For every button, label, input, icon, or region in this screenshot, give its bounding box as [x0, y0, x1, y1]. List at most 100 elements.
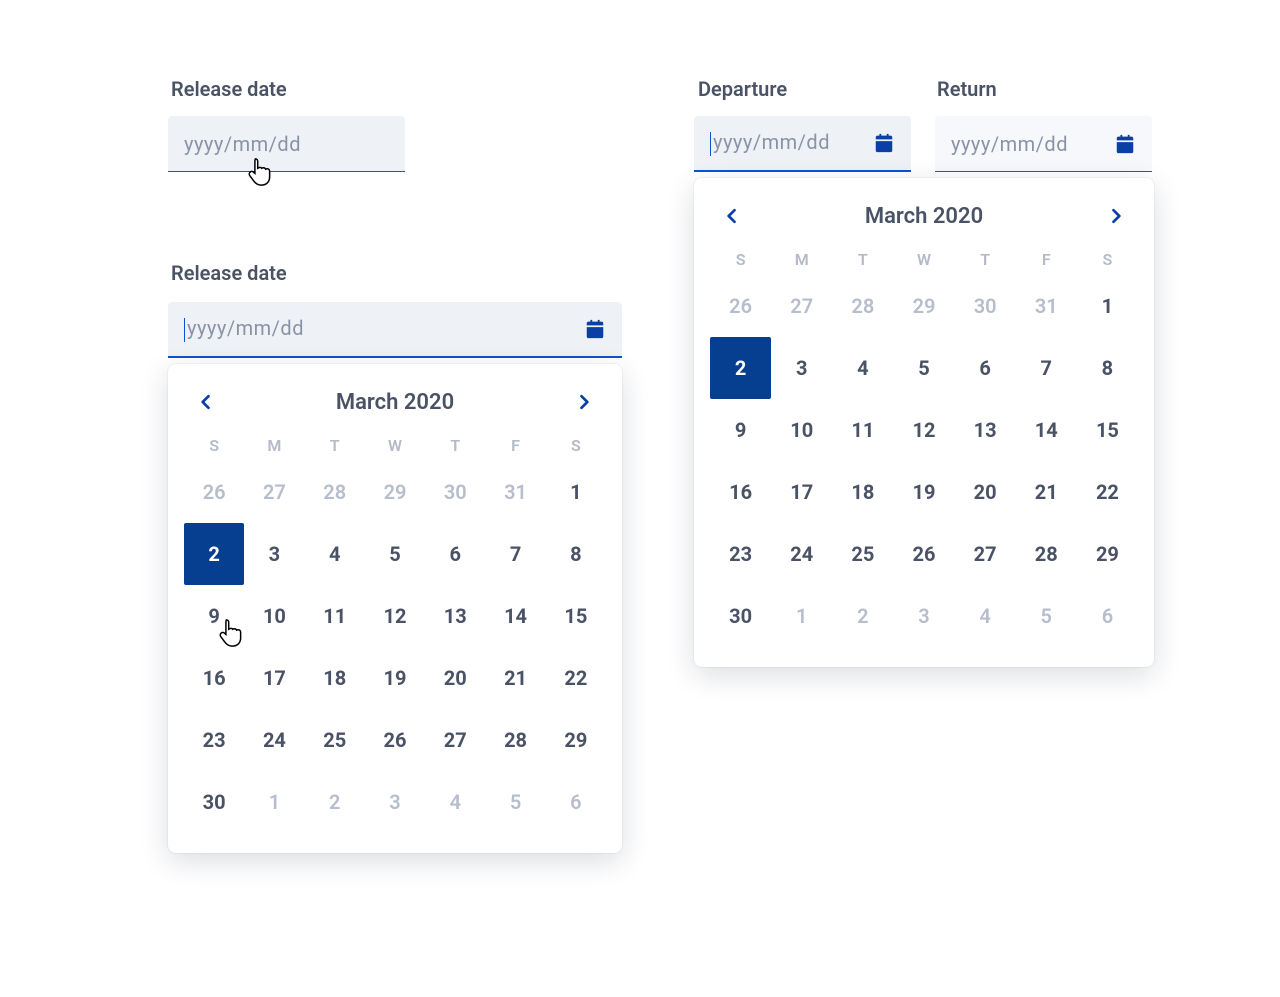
calendar-day-other-month: 2 [832, 585, 893, 647]
placeholder-with-caret: yyyy/mm/dd [184, 316, 304, 343]
calendar-day[interactable]: 23 [184, 709, 244, 771]
calendar-day-other-month: 5 [1016, 585, 1077, 647]
calendar-day[interactable]: 28 [1016, 523, 1077, 585]
day-grid: 2627282930311234567891011121314151617181… [710, 275, 1138, 647]
calendar-day[interactable]: 18 [305, 647, 365, 709]
release-date-label-2: Release date [171, 261, 287, 285]
calendar-day[interactable]: 8 [1077, 337, 1138, 399]
calendar-day[interactable]: 14 [485, 585, 545, 647]
calendar-day-other-month: 28 [832, 275, 893, 337]
calendar-day[interactable]: 3 [771, 337, 832, 399]
return-label: Return [937, 77, 997, 101]
calendar-day[interactable]: 14 [1016, 399, 1077, 461]
return-input[interactable]: yyyy/mm/dd [935, 116, 1152, 172]
calendar-day-other-month: 30 [425, 461, 485, 523]
calendar-day-other-month: 4 [425, 771, 485, 833]
calendar-day[interactable]: 26 [365, 709, 425, 771]
placeholder-text: yyyy/mm/dd [951, 132, 1068, 156]
calendar-day[interactable]: 27 [425, 709, 485, 771]
calendar-day-other-month: 27 [771, 275, 832, 337]
calendar-day[interactable]: 16 [710, 461, 771, 523]
calendar-day[interactable]: 28 [485, 709, 545, 771]
calendar-day[interactable]: 23 [710, 523, 771, 585]
calendar-day[interactable]: 1 [546, 461, 606, 523]
calendar-popover-release: March 2020 SMTWTFS 262728293031123456789… [168, 364, 622, 853]
calendar-day[interactable]: 2 [710, 337, 771, 399]
calendar-day[interactable]: 4 [305, 523, 365, 585]
calendar-day[interactable]: 24 [244, 709, 304, 771]
calendar-day[interactable]: 12 [365, 585, 425, 647]
calendar-day[interactable]: 16 [184, 647, 244, 709]
weekday-row: SMTWTFS [710, 242, 1138, 275]
calendar-day[interactable]: 22 [1077, 461, 1138, 523]
calendar-day[interactable]: 11 [305, 585, 365, 647]
calendar-day[interactable]: 30 [184, 771, 244, 833]
calendar-day[interactable]: 17 [771, 461, 832, 523]
calendar-day[interactable]: 4 [832, 337, 893, 399]
next-month-button[interactable] [568, 386, 600, 418]
calendar-day[interactable]: 12 [893, 399, 954, 461]
calendar-day-other-month: 6 [1077, 585, 1138, 647]
calendar-day[interactable]: 25 [305, 709, 365, 771]
calendar-day-other-month: 30 [955, 275, 1016, 337]
calendar-day-other-month: 29 [365, 461, 425, 523]
calendar-day[interactable]: 21 [485, 647, 545, 709]
calendar-day[interactable]: 9 [710, 399, 771, 461]
calendar-day[interactable]: 7 [485, 523, 545, 585]
calendar-day-other-month: 28 [305, 461, 365, 523]
calendar-day[interactable]: 9 [184, 585, 244, 647]
calendar-icon[interactable] [584, 318, 606, 340]
day-grid: 2627282930311234567891011121314151617181… [184, 461, 606, 833]
weekday-row: SMTWTFS [184, 428, 606, 461]
calendar-day[interactable]: 26 [893, 523, 954, 585]
calendar-day[interactable]: 27 [955, 523, 1016, 585]
calendar-day[interactable]: 10 [771, 399, 832, 461]
calendar-day[interactable]: 29 [546, 709, 606, 771]
calendar-day[interactable]: 10 [244, 585, 304, 647]
next-month-button[interactable] [1100, 200, 1132, 232]
release-date-input-2[interactable]: yyyy/mm/dd [168, 302, 622, 358]
calendar-icon[interactable] [1114, 133, 1136, 155]
calendar-day[interactable]: 17 [244, 647, 304, 709]
calendar-day[interactable]: 30 [710, 585, 771, 647]
calendar-day-other-month: 31 [485, 461, 545, 523]
calendar-day[interactable]: 25 [832, 523, 893, 585]
calendar-day[interactable]: 20 [425, 647, 485, 709]
release-date-input-1[interactable]: yyyy/mm/dd [168, 116, 405, 172]
calendar-day[interactable]: 24 [771, 523, 832, 585]
calendar-day[interactable]: 2 [184, 523, 244, 585]
calendar-day[interactable]: 18 [832, 461, 893, 523]
calendar-day-other-month: 4 [955, 585, 1016, 647]
calendar-day-other-month: 5 [485, 771, 545, 833]
calendar-day[interactable]: 11 [832, 399, 893, 461]
calendar-day[interactable]: 19 [365, 647, 425, 709]
calendar-title: March 2020 [865, 204, 983, 229]
calendar-day[interactable]: 5 [365, 523, 425, 585]
calendar-day[interactable]: 6 [425, 523, 485, 585]
prev-month-button[interactable] [190, 386, 222, 418]
calendar-day[interactable]: 5 [893, 337, 954, 399]
calendar-day-other-month: 6 [546, 771, 606, 833]
calendar-day-other-month: 27 [244, 461, 304, 523]
calendar-day[interactable]: 13 [955, 399, 1016, 461]
calendar-day[interactable]: 20 [955, 461, 1016, 523]
calendar-day-other-month: 3 [365, 771, 425, 833]
release-date-label-1: Release date [171, 77, 287, 101]
calendar-day[interactable]: 7 [1016, 337, 1077, 399]
departure-input[interactable]: yyyy/mm/dd [694, 116, 911, 172]
calendar-day[interactable]: 6 [955, 337, 1016, 399]
prev-month-button[interactable] [716, 200, 748, 232]
calendar-day-other-month: 2 [305, 771, 365, 833]
calendar-day[interactable]: 13 [425, 585, 485, 647]
calendar-day[interactable]: 15 [1077, 399, 1138, 461]
calendar-day[interactable]: 29 [1077, 523, 1138, 585]
calendar-icon[interactable] [873, 132, 895, 154]
calendar-day[interactable]: 21 [1016, 461, 1077, 523]
calendar-day-other-month: 29 [893, 275, 954, 337]
calendar-day[interactable]: 3 [244, 523, 304, 585]
calendar-day[interactable]: 8 [546, 523, 606, 585]
calendar-day[interactable]: 15 [546, 585, 606, 647]
calendar-day[interactable]: 1 [1077, 275, 1138, 337]
calendar-day[interactable]: 22 [546, 647, 606, 709]
calendar-day[interactable]: 19 [893, 461, 954, 523]
